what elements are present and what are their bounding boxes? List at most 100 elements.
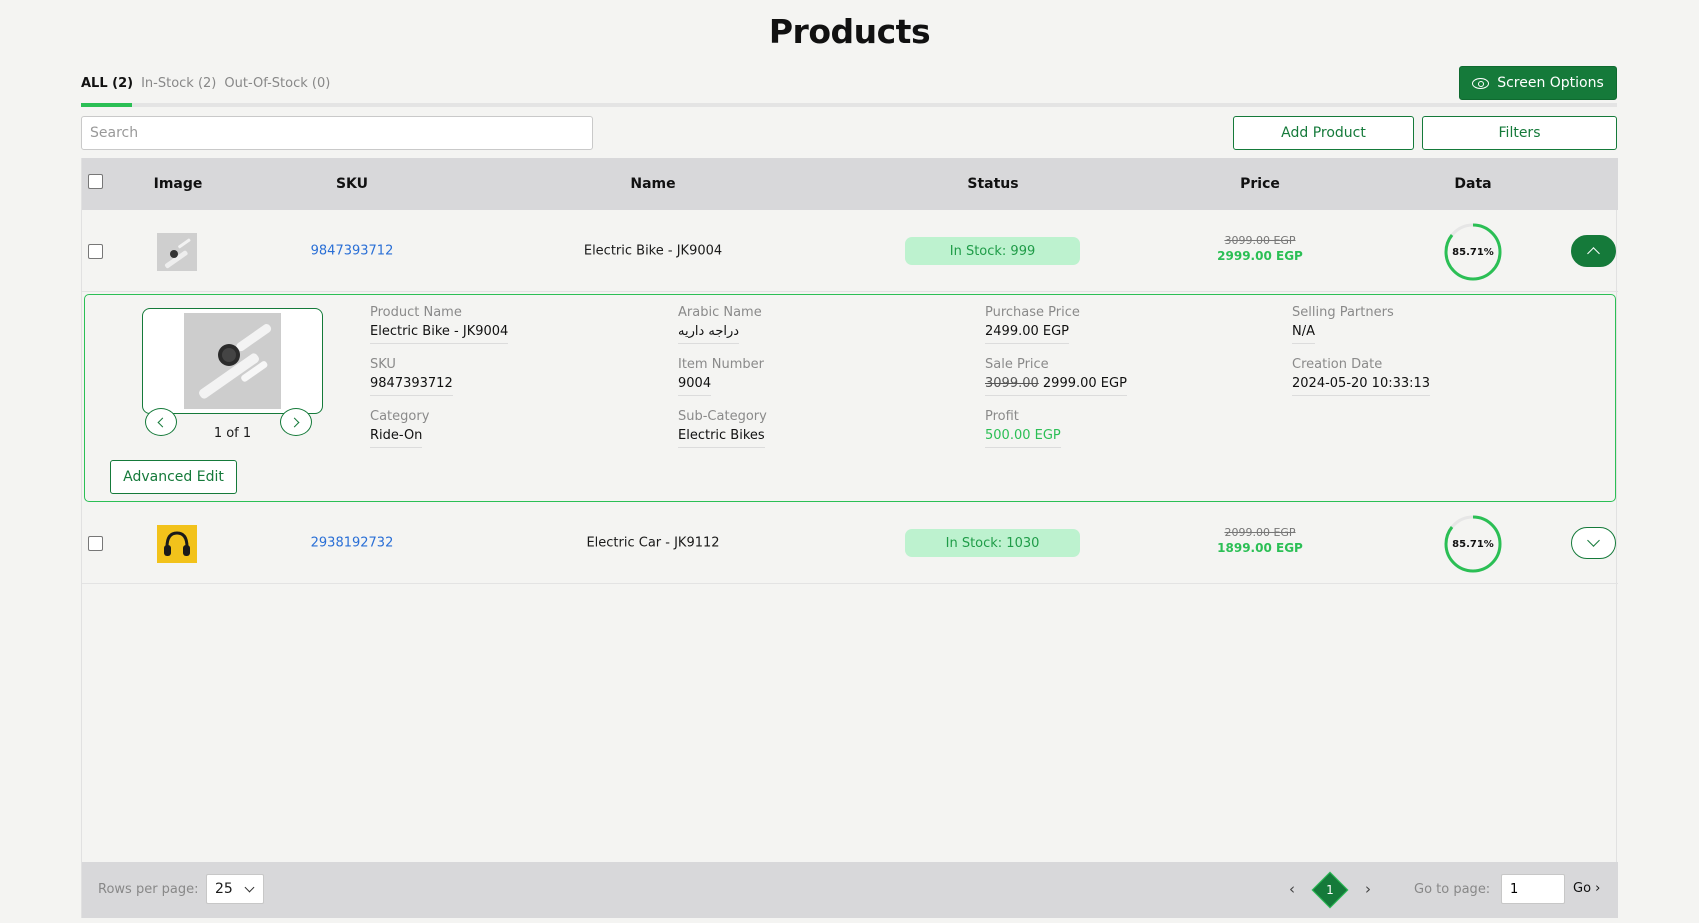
next-image-button[interactable] bbox=[280, 408, 312, 436]
header-name: Name bbox=[630, 176, 676, 192]
go-button[interactable]: Go › bbox=[1573, 881, 1600, 896]
data-progress-ring: 85.71% bbox=[1443, 222, 1503, 282]
eye-icon bbox=[1472, 77, 1490, 89]
screen-options-button[interactable]: Screen Options bbox=[1459, 66, 1617, 100]
table-footer: Rows per page: 25 ‹ 1 › Go to page: Go › bbox=[82, 862, 1618, 918]
detail-image-frame bbox=[142, 308, 323, 414]
price-new: 1899.00 EGP bbox=[1217, 541, 1303, 555]
field-category: Category Ride-On bbox=[370, 409, 429, 448]
chevron-left-icon bbox=[157, 417, 168, 427]
header-status: Status bbox=[967, 176, 1019, 192]
field-label: Category bbox=[370, 409, 430, 424]
image-counter: 1 of 1 bbox=[213, 426, 252, 441]
field-value: 3099.00 2999.00 EGP bbox=[985, 376, 1127, 396]
price-old: 2099.00 EGP bbox=[1224, 526, 1296, 539]
field-label: Sale Price bbox=[985, 357, 1049, 372]
screen-options-label: Screen Options bbox=[1497, 75, 1604, 91]
rows-per-page-value: 25 bbox=[215, 881, 233, 897]
price-old: 3099.00 EGP bbox=[1224, 234, 1296, 247]
sku-link[interactable]: 2938192732 bbox=[311, 535, 394, 550]
filters-button[interactable]: Filters bbox=[1422, 116, 1617, 150]
product-name: Electric Bike - JK9004 bbox=[583, 243, 723, 258]
prev-page-button[interactable]: ‹ bbox=[1289, 880, 1295, 898]
field-profit: Profit 500.00 EGP bbox=[985, 409, 1061, 448]
next-page-button[interactable]: › bbox=[1365, 880, 1371, 898]
goto-page-input[interactable] bbox=[1501, 874, 1565, 904]
price-cell: 3099.00 EGP 2999.00 EGP bbox=[1217, 234, 1303, 263]
data-percent: 85.71% bbox=[1452, 538, 1494, 550]
field-value: دراجه داريه bbox=[678, 324, 740, 344]
price-new: 2999.00 EGP bbox=[1217, 249, 1303, 263]
row-checkbox[interactable] bbox=[88, 244, 103, 259]
status-badge: In Stock: 1030 bbox=[905, 529, 1080, 557]
add-product-button[interactable]: Add Product bbox=[1233, 116, 1414, 150]
search-input[interactable] bbox=[81, 116, 593, 150]
product-name: Electric Car - JK9112 bbox=[586, 535, 720, 550]
field-purchase-price: Purchase Price 2499.00 EGP bbox=[985, 305, 1080, 344]
product-detail-panel: 1 of 1 Advanced Edit Product Name Electr… bbox=[84, 294, 1616, 502]
field-sku: SKU 9847393712 bbox=[370, 357, 453, 396]
data-percent: 85.71% bbox=[1452, 246, 1494, 258]
expand-row-button[interactable] bbox=[1571, 527, 1616, 559]
watch-thumbnail[interactable] bbox=[157, 233, 197, 271]
field-value: 9004 bbox=[678, 376, 712, 396]
advanced-edit-button[interactable]: Advanced Edit bbox=[110, 460, 237, 494]
page-title: Products bbox=[768, 12, 931, 51]
current-page-number: 1 bbox=[1326, 883, 1334, 897]
tab-in-stock[interactable]: In-Stock (2) bbox=[141, 76, 216, 91]
headphones-thumbnail[interactable] bbox=[157, 525, 197, 563]
field-value: 9847393712 bbox=[370, 376, 453, 396]
field-label: Creation Date bbox=[1292, 357, 1383, 372]
header-image: Image bbox=[153, 176, 203, 192]
field-value: Electric Bike - JK9004 bbox=[370, 324, 509, 344]
field-label: Item Number bbox=[678, 357, 764, 372]
prev-image-button[interactable] bbox=[145, 408, 177, 436]
field-sub-category: Sub-Category Electric Bikes bbox=[678, 409, 767, 448]
field-sale-price: Sale Price 3099.00 2999.00 EGP bbox=[985, 357, 1127, 396]
field-label: Product Name bbox=[370, 305, 462, 320]
chevron-right-icon bbox=[289, 417, 300, 427]
products-table: Image SKU Name Status Price Data 9847393… bbox=[81, 158, 1618, 918]
field-product-name: Product Name Electric Bike - JK9004 bbox=[370, 305, 509, 344]
row-checkbox[interactable] bbox=[88, 536, 103, 551]
tab-out-of-stock[interactable]: Out-Of-Stock (0) bbox=[224, 76, 330, 91]
field-selling-partners: Selling Partners N/A bbox=[1292, 305, 1394, 344]
field-label: Purchase Price bbox=[985, 305, 1080, 320]
field-value: N/A bbox=[1292, 324, 1315, 344]
table-row: 2938192732 Electric Car - JK9112 In Stoc… bbox=[82, 502, 1618, 584]
status-tabs: ALL (2) In-Stock (2) Out-Of-Stock (0) bbox=[81, 76, 330, 91]
field-value: 2499.00 EGP bbox=[985, 324, 1070, 344]
collapse-row-button[interactable] bbox=[1571, 235, 1616, 267]
status-badge: In Stock: 999 bbox=[905, 237, 1080, 265]
header-sku: SKU bbox=[335, 176, 369, 192]
field-arabic-name: Arabic Name دراجه داريه bbox=[678, 305, 762, 344]
chevron-up-icon bbox=[1587, 247, 1600, 260]
rows-per-page-select[interactable]: 25 bbox=[206, 874, 264, 904]
field-value: Ride-On bbox=[370, 428, 423, 448]
tabs-divider bbox=[81, 103, 1617, 107]
chevron-down-icon bbox=[1587, 534, 1600, 547]
sale-price-new: 2999.00 EGP bbox=[1042, 376, 1127, 391]
field-label: SKU bbox=[370, 357, 396, 372]
field-item-number: Item Number 9004 bbox=[678, 357, 764, 396]
active-tab-indicator bbox=[81, 103, 132, 107]
rows-per-page-label: Rows per page: bbox=[98, 882, 199, 897]
table-header: Image SKU Name Status Price Data bbox=[82, 158, 1618, 210]
data-progress-ring: 85.71% bbox=[1443, 514, 1503, 574]
field-value: 2024-05-20 10:33:13 bbox=[1292, 376, 1431, 396]
header-data: Data bbox=[1454, 176, 1492, 192]
header-price: Price bbox=[1240, 176, 1280, 192]
field-value: 500.00 EGP bbox=[985, 428, 1061, 448]
goto-page-label: Go to page: bbox=[1414, 882, 1491, 897]
tab-all[interactable]: ALL (2) bbox=[81, 76, 133, 91]
select-all-checkbox[interactable] bbox=[88, 174, 103, 189]
field-label: Profit bbox=[985, 409, 1019, 424]
sku-link[interactable]: 9847393712 bbox=[311, 243, 394, 258]
table-row: 9847393712 Electric Bike - JK9004 In Sto… bbox=[82, 210, 1618, 292]
sale-price-old: 3099.00 bbox=[985, 376, 1039, 391]
field-label: Selling Partners bbox=[1292, 305, 1394, 320]
watch-image bbox=[184, 313, 281, 409]
field-creation-date: Creation Date 2024-05-20 10:33:13 bbox=[1292, 357, 1431, 396]
price-cell: 2099.00 EGP 1899.00 EGP bbox=[1217, 526, 1303, 555]
field-label: Sub-Category bbox=[678, 409, 767, 424]
